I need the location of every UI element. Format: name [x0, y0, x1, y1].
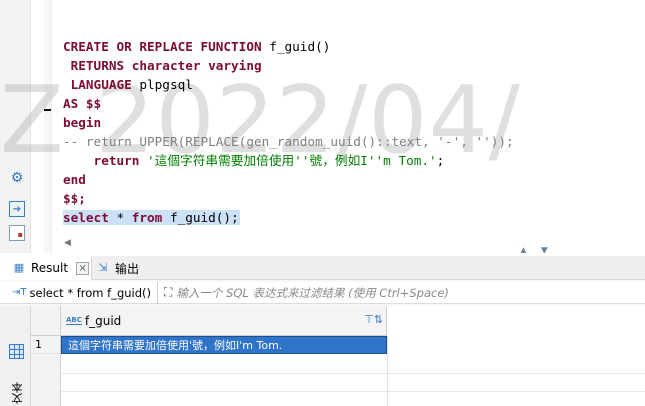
filter-input[interactable]: 输入一个 SQL 表达式来过滤结果 (使用 Ctrl+Space): [176, 285, 449, 301]
code-token: '這個字符串需要加倍使用''號，例如I''m Tom.': [147, 153, 437, 168]
results-tabbar: ▦ Result × ⇲ 输出: [0, 256, 645, 280]
row-number[interactable]: 1: [31, 336, 60, 354]
sql-query-icon: ⇥T: [12, 287, 27, 298]
side-tab-text[interactable]: 文本: [10, 382, 26, 404]
result-grid-icon: ▦: [13, 261, 25, 274]
table-cell[interactable]: 這個字符串需要加倍使用'號，例如I'm Tom.: [61, 336, 387, 354]
code-token: -- return UPPER(REPLACE(gen_random_uuid(…: [63, 134, 514, 149]
code-line[interactable]: $$;: [63, 189, 514, 208]
editor-gutter: ⚙ ➔ ▪: [0, 0, 31, 253]
script-file-icon[interactable]: ▪: [9, 225, 25, 241]
text-type-icon: ABC: [66, 316, 82, 325]
code-area[interactable]: CREATE OR REPLACE FUNCTION f_guid() RETU…: [63, 37, 514, 227]
code-line[interactable]: select * from f_guid();: [63, 208, 514, 227]
code-token: $$;: [63, 191, 86, 206]
code-line[interactable]: end: [63, 170, 514, 189]
selected-text[interactable]: select * from f_guid();: [63, 210, 240, 225]
tab-result-label: Result: [31, 261, 69, 275]
close-icon[interactable]: ×: [76, 261, 90, 275]
code-line[interactable]: -- return UPPER(REPLACE(gen_random_uuid(…: [63, 132, 514, 151]
output-icon: ⇲: [98, 261, 108, 274]
code-line[interactable]: AS $$: [63, 94, 514, 113]
query-text[interactable]: ⇥T select * from f_guid(): [0, 281, 159, 304]
editor-ruler: [44, 0, 52, 253]
tab-output[interactable]: ⇲ 输出: [96, 256, 139, 280]
code-token: RETURNS character varying: [63, 58, 262, 73]
grid-line: [61, 373, 645, 374]
results-panel: ▦ Result × ⇲ 输出 ⇥T select * from f_guid(…: [0, 256, 645, 406]
code-token: from: [131, 210, 163, 225]
code-token: return: [63, 153, 140, 168]
code-line[interactable]: begin: [63, 113, 514, 132]
row-number-column: 1: [31, 306, 61, 406]
code-token: plpgsql: [131, 77, 193, 92]
current-line-marker: [44, 109, 51, 111]
code-token: f_guid(): [261, 39, 331, 54]
gear-icon[interactable]: ⚙: [9, 170, 25, 186]
column-header-label: f_guid: [84, 313, 122, 328]
grid-view-icon[interactable]: [9, 344, 24, 359]
code-line[interactable]: RETURNS character varying: [63, 56, 514, 75]
grid-line: [61, 391, 645, 392]
scroll-left-arrow-icon[interactable]: ◀: [64, 238, 71, 248]
panel-toggle-arrows-icon[interactable]: ▲▼: [520, 246, 562, 253]
code-line[interactable]: return '這個字符串需要加倍使用''號，例如I''m Tom.';: [63, 151, 514, 170]
code-token: AS $$: [63, 96, 102, 111]
tab-output-label: 输出: [115, 261, 140, 276]
code-token: f_guid();: [162, 210, 239, 225]
code-token: select: [63, 210, 109, 225]
row-number-header: [31, 306, 60, 336]
code-token: begin: [63, 115, 102, 130]
code-line[interactable]: LANGUAGE plpgsql: [63, 75, 514, 94]
code-token: *: [108, 210, 132, 225]
expand-icon[interactable]: ⛶: [164, 285, 172, 300]
sql-editor[interactable]: ⚙ ➔ ▪ Z 2022/04/ CREATE OR REPLACE FUNCT…: [0, 0, 645, 253]
query-label: select * from f_guid(): [29, 285, 152, 300]
execute-script-icon[interactable]: ➔: [9, 201, 25, 217]
result-grid[interactable]: 1 ABC f_guid ⊤⇅ 這個字符串需要加倍使用'號，例如I'm Tom.: [31, 306, 645, 406]
code-token: ;: [436, 153, 445, 168]
code-token: CREATE OR REPLACE FUNCTION: [63, 39, 262, 54]
code-token: end: [63, 172, 86, 187]
code-token: LANGUAGE: [63, 77, 132, 92]
code-line[interactable]: CREATE OR REPLACE FUNCTION f_guid(): [63, 37, 514, 56]
filter-sort-icon[interactable]: ⊤⇅: [364, 313, 383, 326]
column-header-f_guid[interactable]: ABC f_guid ⊤⇅: [61, 306, 387, 336]
filter-bar: ⇥T select * from f_guid() ⛶ 输入一个 SQL 表达式…: [0, 281, 645, 304]
view-switcher: 网格 文本: [0, 306, 645, 406]
grid-column-divider: [387, 336, 388, 406]
tab-result[interactable]: ▦ Result ×: [0, 256, 92, 280]
